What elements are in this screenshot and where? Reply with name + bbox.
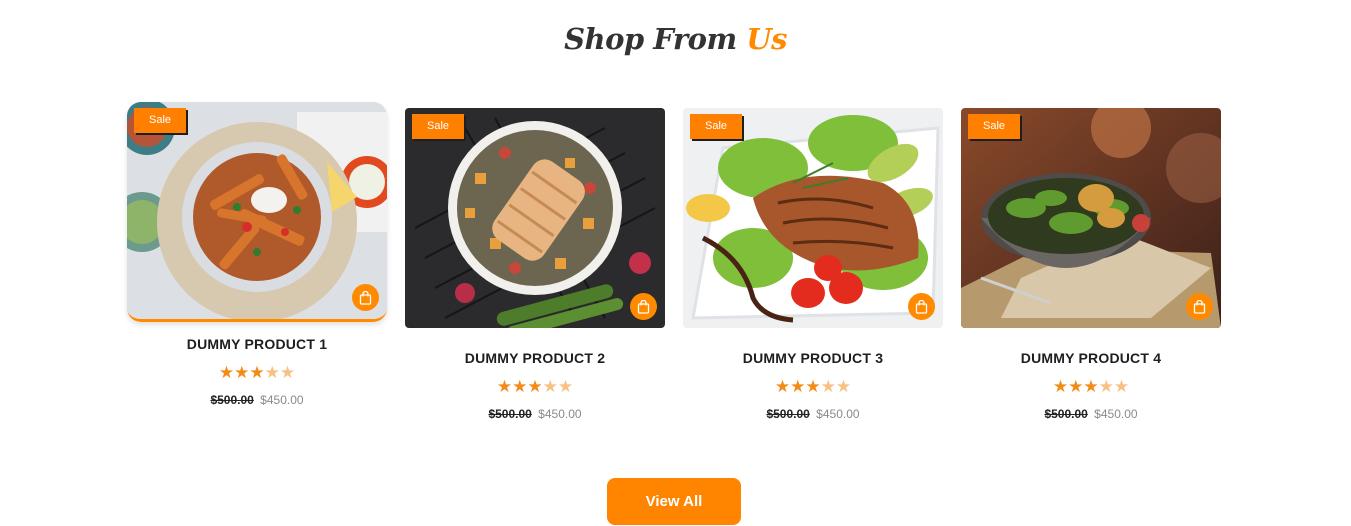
star-filled-icon: ★ [1068, 377, 1084, 396]
section-title-accent: Us [746, 22, 787, 56]
sale-price: $450.00 [538, 407, 582, 421]
old-price: $500.00 [1044, 407, 1088, 421]
price: $500.00 $450.00 [683, 407, 943, 421]
food-photo-salad-bowl-icon [961, 108, 1221, 328]
shopping-bag-icon [915, 299, 928, 314]
sale-price: $450.00 [816, 407, 860, 421]
product-name[interactable]: DUMMY PRODUCT 3 [683, 350, 943, 368]
sale-price: $450.00 [1094, 407, 1138, 421]
product-image-2[interactable]: Sale [405, 108, 665, 328]
product-card-3[interactable]: Sale DUMMY PRODUCT 3 ★ ★ ★ ★ ★ $500.00 $… [683, 108, 943, 421]
section-title-main: Shop From [564, 22, 737, 56]
price: $500.00 $450.00 [961, 407, 1221, 421]
shopping-bag-icon [359, 290, 372, 305]
add-to-cart-button[interactable] [630, 293, 657, 320]
star-empty-icon: ★ [820, 377, 836, 396]
product-name[interactable]: DUMMY PRODUCT 1 [127, 336, 387, 354]
star-empty-icon: ★ [835, 377, 852, 396]
star-empty-icon: ★ [1113, 377, 1130, 396]
add-to-cart-button[interactable] [908, 293, 935, 320]
star-filled-icon: ★ [774, 377, 791, 396]
star-filled-icon: ★ [218, 363, 235, 382]
star-filled-icon: ★ [512, 377, 528, 396]
old-price: $500.00 [210, 393, 254, 407]
old-price: $500.00 [766, 407, 810, 421]
product-image-3[interactable]: Sale [683, 108, 943, 328]
food-photo-chicken-bowl-icon [405, 108, 665, 328]
star-filled-icon: ★ [496, 377, 513, 396]
add-to-cart-button[interactable] [352, 284, 379, 311]
section-title: Shop From Us [0, 22, 1351, 66]
sale-badge: Sale [412, 114, 464, 139]
product-card-2[interactable]: Sale DUMMY PRODUCT 2 ★ ★ ★ ★ ★ $500.00 $… [405, 108, 665, 421]
star-empty-icon: ★ [279, 363, 296, 382]
star-filled-icon: ★ [805, 377, 821, 396]
star-empty-icon: ★ [264, 363, 280, 382]
product-card-1[interactable]: Sale DUMMY PRODUCT 1 ★ ★ ★ ★ ★ $500.00 $… [127, 102, 387, 407]
rating-stars: ★ ★ ★ ★ ★ [961, 378, 1221, 396]
food-photo-fries-bowl-icon [127, 102, 387, 319]
star-filled-icon: ★ [249, 363, 265, 382]
star-filled-icon: ★ [234, 363, 250, 382]
shopping-bag-icon [1193, 299, 1206, 314]
rating-stars: ★ ★ ★ ★ ★ [683, 378, 943, 396]
star-filled-icon: ★ [1083, 377, 1099, 396]
sale-badge: Sale [968, 114, 1020, 139]
view-all-button[interactable]: View All [607, 478, 741, 525]
add-to-cart-button[interactable] [1186, 293, 1213, 320]
rating-stars: ★ ★ ★ ★ ★ [127, 364, 387, 382]
product-card-4[interactable]: Sale DUMMY PRODUCT 4 ★ ★ ★ ★ ★ $500.00 $… [961, 108, 1221, 421]
product-name[interactable]: DUMMY PRODUCT 2 [405, 350, 665, 368]
product-image-1[interactable]: Sale [127, 102, 387, 322]
sale-price: $450.00 [260, 393, 304, 407]
sale-badge: Sale [134, 108, 186, 133]
star-filled-icon: ★ [790, 377, 806, 396]
star-empty-icon: ★ [557, 377, 574, 396]
product-image-4[interactable]: Sale [961, 108, 1221, 328]
star-filled-icon: ★ [1052, 377, 1069, 396]
price: $500.00 $450.00 [127, 393, 387, 407]
rating-stars: ★ ★ ★ ★ ★ [405, 378, 665, 396]
old-price: $500.00 [488, 407, 532, 421]
star-filled-icon: ★ [527, 377, 543, 396]
shopping-bag-icon [637, 299, 650, 314]
product-name[interactable]: DUMMY PRODUCT 4 [961, 350, 1221, 368]
price: $500.00 $450.00 [405, 407, 665, 421]
star-empty-icon: ★ [1098, 377, 1114, 396]
food-photo-salmon-plate-icon [683, 108, 943, 328]
star-empty-icon: ★ [542, 377, 558, 396]
sale-badge: Sale [690, 114, 742, 139]
